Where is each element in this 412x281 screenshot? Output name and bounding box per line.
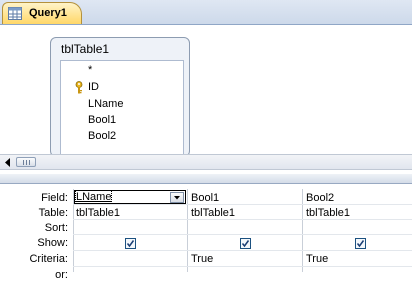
field-dropdown-button[interactable] <box>170 192 184 203</box>
document-tab-strip: Query1 <box>0 0 412 25</box>
query-design-grid[interactable]: Field: Table: Sort: Show: Criteria: or: … <box>0 184 412 281</box>
field-cell-lname[interactable]: LName <box>74 190 186 204</box>
row-label-or: or: <box>55 269 68 281</box>
checkmark-icon <box>126 240 135 248</box>
checkmark-icon <box>356 240 365 248</box>
primary-key-icon <box>75 81 83 94</box>
table-cell[interactable]: tblTable1 <box>191 207 235 219</box>
field-name: Bool1 <box>88 114 117 126</box>
row-label-criteria: Criteria: <box>29 253 68 265</box>
table-cell[interactable]: tblTable1 <box>306 207 350 219</box>
row-label-sort: Sort: <box>44 222 68 234</box>
field-name: * <box>88 64 93 76</box>
tab-label: Query1 <box>29 7 67 19</box>
scroll-left-icon[interactable] <box>2 157 14 168</box>
criteria-cell[interactable]: True <box>191 253 213 265</box>
field-item-lname[interactable]: LName <box>61 97 183 113</box>
table-title: tblTable1 <box>61 42 110 56</box>
field-list[interactable]: * ID LName Bool1 Bool2 <box>60 60 184 156</box>
row-label-field: Field: <box>41 192 68 204</box>
field-item-star[interactable]: * <box>61 63 183 79</box>
field-cell[interactable]: Bool2 <box>306 192 334 204</box>
field-cell[interactable]: Bool1 <box>191 192 219 204</box>
field-item-bool1[interactable]: Bool1 <box>61 113 183 129</box>
query-icon <box>8 7 22 20</box>
row-label-show: Show: <box>37 237 68 249</box>
field-name: ID <box>88 81 99 93</box>
field-item-id[interactable]: ID <box>61 80 183 96</box>
table-field-list-window[interactable]: tblTable1 * ID LName Bool1 Bool2 <box>50 37 190 157</box>
table-cell[interactable]: tblTable1 <box>76 207 120 219</box>
show-checkbox[interactable] <box>125 238 136 249</box>
dropdown-arrow-icon <box>174 196 180 200</box>
scrollbar-thumb[interactable] <box>16 157 36 167</box>
horizontal-scrollbar[interactable] <box>0 154 412 170</box>
criteria-cell[interactable]: True <box>306 253 328 265</box>
field-item-bool2[interactable]: Bool2 <box>61 129 183 145</box>
show-checkbox[interactable] <box>355 238 366 249</box>
field-value: LName <box>74 190 113 204</box>
show-checkbox[interactable] <box>240 238 251 249</box>
field-name: LName <box>88 98 124 110</box>
tab-query1[interactable]: Query1 <box>2 2 82 24</box>
pane-splitter[interactable] <box>0 174 412 184</box>
checkmark-icon <box>241 240 250 248</box>
row-label-table: Table: <box>38 207 68 219</box>
field-name: Bool2 <box>88 130 117 142</box>
query-design-upper-pane[interactable]: tblTable1 * ID LName Bool1 Bool2 <box>0 25 412 157</box>
